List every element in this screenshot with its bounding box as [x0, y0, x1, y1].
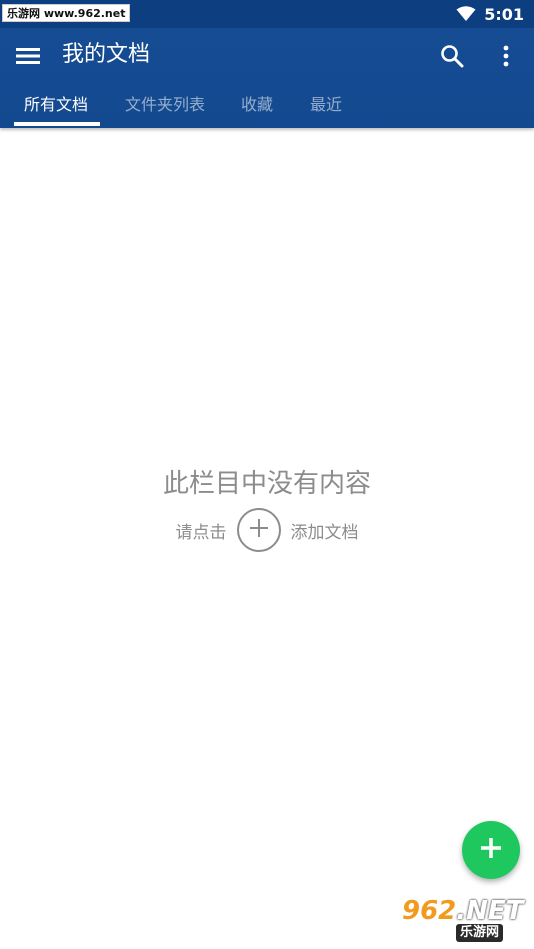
- hamburger-menu-icon[interactable]: [16, 44, 40, 68]
- app-bar: 我的文档 所有文档 文件夹列表 收藏 最近: [0, 28, 534, 128]
- tab-all-documents[interactable]: 所有文档: [24, 86, 88, 124]
- inline-add-button[interactable]: [236, 508, 281, 552]
- more-vertical-icon[interactable]: [494, 44, 518, 68]
- plus-icon: [481, 838, 501, 862]
- status-time: 5:01: [484, 4, 524, 24]
- add-document-fab[interactable]: [462, 821, 520, 879]
- tab-folder-list[interactable]: 文件夹列表: [125, 86, 205, 124]
- tab-recent[interactable]: 最近: [310, 86, 342, 124]
- wifi-icon: [456, 6, 476, 22]
- empty-state-title: 此栏目中没有内容: [162, 469, 371, 499]
- tab-bar: 所有文档 文件夹列表 收藏 最近: [0, 86, 534, 128]
- hint-text-before: 请点击: [175, 522, 227, 543]
- empty-state-hint: 请点击 添加文档: [0, 508, 534, 552]
- hint-text-after: 添加文档: [290, 522, 359, 543]
- watermark-label: 乐游网 www.962.net: [2, 4, 131, 22]
- status-indicators: 5:01: [456, 0, 524, 28]
- site-watermark: 962.NET 乐游网: [394, 897, 528, 945]
- search-icon[interactable]: [440, 44, 464, 68]
- tab-favorites[interactable]: 收藏: [241, 86, 273, 124]
- page-title: 我的文档: [62, 42, 151, 67]
- watermark-logo: 962.NET: [402, 896, 524, 926]
- empty-state: 此栏目中没有内容 请点击 添加文档: [0, 462, 534, 552]
- plus-icon: [249, 519, 268, 541]
- status-bar: 乐游网 www.962.net 5:01: [0, 0, 534, 28]
- tab-active-indicator: [14, 122, 100, 126]
- watermark-site-name: 乐游网: [456, 924, 504, 942]
